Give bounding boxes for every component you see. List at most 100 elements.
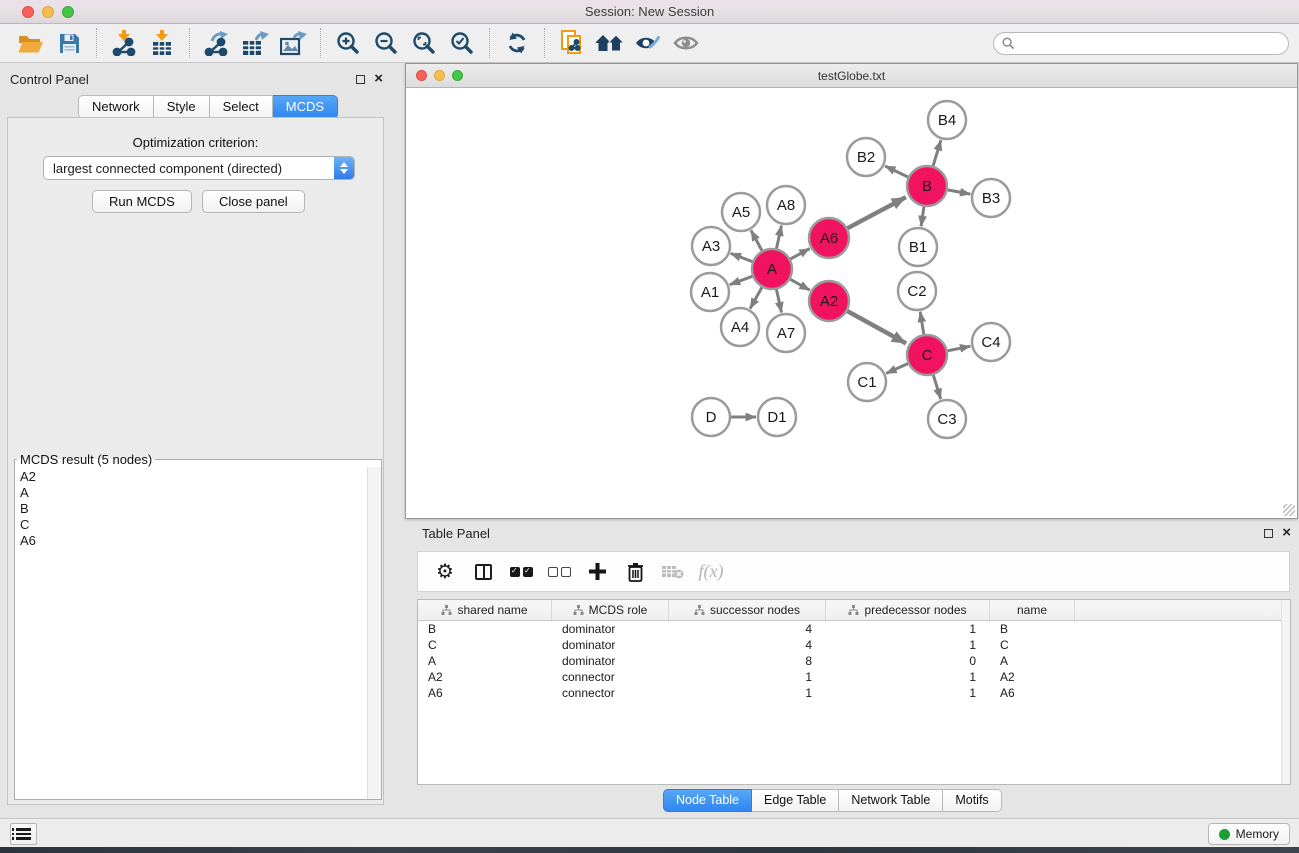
result-scrollbar[interactable]: [367, 467, 381, 799]
tab-mcds[interactable]: MCDS: [273, 95, 338, 119]
graph-edge-A-A3[interactable]: [731, 253, 753, 261]
column-header-predecessor-nodes[interactable]: predecessor nodes: [826, 600, 990, 620]
export-network-button[interactable]: [198, 26, 236, 60]
graph-edge-C-C2[interactable]: [920, 312, 924, 335]
graph-edge-A-A2[interactable]: [790, 279, 810, 290]
hide-selected-button[interactable]: [629, 26, 667, 60]
graph-edge-A-A7[interactable]: [777, 290, 782, 313]
graph-node-A1[interactable]: A1: [691, 273, 729, 311]
tab-network[interactable]: Network: [78, 95, 154, 119]
select-all-button[interactable]: [502, 556, 540, 588]
import-network-button[interactable]: [105, 26, 143, 60]
float-table-panel-icon[interactable]: [1264, 529, 1273, 538]
table-row[interactable]: Bdominator41B: [418, 621, 1290, 637]
table-row[interactable]: Adominator80A: [418, 653, 1290, 669]
graph-node-B4[interactable]: B4: [928, 101, 966, 139]
graph-node-A6[interactable]: A6: [809, 218, 849, 258]
table-settings-button[interactable]: ⚙: [426, 556, 464, 588]
graph-edge-C-C3[interactable]: [933, 375, 940, 399]
graph-edge-A2-C[interactable]: [847, 311, 906, 343]
graph-edge-A-A5[interactable]: [751, 230, 762, 250]
criterion-dropdown[interactable]: largest connected component (directed): [43, 156, 355, 180]
column-header-MCDS-role[interactable]: MCDS role: [552, 600, 669, 620]
graph-node-D1[interactable]: D1: [758, 398, 796, 436]
graph-node-A5[interactable]: A5: [722, 193, 760, 231]
graph-edge-A-A6[interactable]: [790, 249, 809, 260]
graph-edge-A-A4[interactable]: [750, 287, 762, 308]
graph-node-C[interactable]: C: [907, 335, 947, 375]
graph-edge-A-A8[interactable]: [777, 226, 782, 249]
export-table-button[interactable]: [236, 26, 274, 60]
graph-edge-B-B2[interactable]: [885, 166, 908, 177]
graph-node-D[interactable]: D: [692, 398, 730, 436]
graph-node-B1[interactable]: B1: [899, 228, 937, 266]
table-scrollbar[interactable]: [1281, 600, 1290, 784]
network-maximize-icon[interactable]: [452, 70, 463, 81]
tab-network-table[interactable]: Network Table: [839, 789, 943, 812]
graph-node-A4[interactable]: A4: [721, 308, 759, 346]
graph-node-C4[interactable]: C4: [972, 323, 1010, 361]
resize-grip[interactable]: [1283, 504, 1295, 516]
graph-node-A3[interactable]: A3: [692, 227, 730, 265]
show-panels-button[interactable]: [10, 823, 37, 845]
graph-edge-A-A1[interactable]: [730, 276, 753, 284]
zoom-out-button[interactable]: [367, 26, 405, 60]
graph-edge-B-B4[interactable]: [933, 140, 941, 166]
network-minimize-icon[interactable]: [434, 70, 445, 81]
search-input[interactable]: [993, 32, 1289, 55]
tab-select[interactable]: Select: [210, 95, 273, 119]
delete-column-button[interactable]: [616, 556, 654, 588]
graph-edge-C-C4[interactable]: [948, 346, 971, 351]
close-window-icon[interactable]: [22, 6, 34, 18]
graph-edge-B-B3[interactable]: [948, 190, 971, 194]
export-image-button[interactable]: [274, 26, 312, 60]
memory-button[interactable]: Memory: [1208, 823, 1290, 845]
graph-node-A8[interactable]: A8: [767, 186, 805, 224]
close-panel-icon[interactable]: ×: [374, 74, 383, 84]
result-item[interactable]: A6: [20, 533, 367, 549]
result-item[interactable]: C: [20, 517, 367, 533]
tab-style[interactable]: Style: [154, 95, 210, 119]
zoom-selected-button[interactable]: [443, 26, 481, 60]
result-item[interactable]: A2: [20, 469, 367, 485]
column-header-name[interactable]: name: [990, 600, 1075, 620]
run-mcds-button[interactable]: Run MCDS: [92, 190, 192, 213]
graph-node-A[interactable]: A: [752, 249, 792, 289]
column-header-shared-name[interactable]: shared name: [418, 600, 552, 620]
float-panel-icon[interactable]: [356, 75, 365, 84]
tab-motifs[interactable]: Motifs: [943, 789, 1001, 812]
close-table-panel-icon[interactable]: ×: [1282, 528, 1291, 538]
first-neighbors-button[interactable]: [591, 26, 629, 60]
graph-node-B2[interactable]: B2: [847, 138, 885, 176]
deselect-all-button[interactable]: [540, 556, 578, 588]
network-canvas[interactable]: B4B2BB3A8A5A6A3B1AC2A1A2A4A7C4CC1DD1C3: [406, 88, 1297, 518]
graph-node-B3[interactable]: B3: [972, 179, 1010, 217]
maximize-window-icon[interactable]: [62, 6, 74, 18]
minimize-window-icon[interactable]: [42, 6, 54, 18]
graph-node-A2[interactable]: A2: [809, 281, 849, 321]
result-item[interactable]: B: [20, 501, 367, 517]
graph-node-B[interactable]: B: [907, 166, 947, 206]
graph-edge-A6-B[interactable]: [848, 197, 906, 228]
column-header-successor-nodes[interactable]: successor nodes: [669, 600, 826, 620]
open-session-button[interactable]: [12, 26, 50, 60]
refresh-button[interactable]: [498, 26, 536, 60]
tab-node-table[interactable]: Node Table: [663, 789, 752, 812]
import-table-button[interactable]: [143, 26, 181, 60]
zoom-in-button[interactable]: [329, 26, 367, 60]
result-item[interactable]: A: [20, 485, 367, 501]
show-all-button[interactable]: [667, 26, 705, 60]
table-row[interactable]: A2connector11A2: [418, 669, 1290, 685]
graph-node-A7[interactable]: A7: [767, 314, 805, 352]
new-network-from-selection-button[interactable]: [553, 26, 591, 60]
graph-edge-B-B1[interactable]: [921, 207, 924, 226]
save-session-button[interactable]: [50, 26, 88, 60]
table-row[interactable]: A6connector11A6: [418, 685, 1290, 701]
graph-node-C3[interactable]: C3: [928, 400, 966, 438]
tab-edge-table[interactable]: Edge Table: [752, 789, 839, 812]
graph-node-C2[interactable]: C2: [898, 272, 936, 310]
zoom-fit-button[interactable]: [405, 26, 443, 60]
show-column-button[interactable]: [464, 556, 502, 588]
close-panel-button[interactable]: Close panel: [202, 190, 305, 213]
table-row[interactable]: Cdominator41C: [418, 637, 1290, 653]
